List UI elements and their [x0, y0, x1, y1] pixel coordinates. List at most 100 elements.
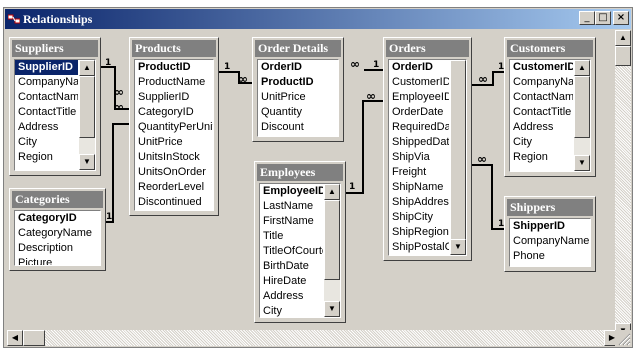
window-vertical-scrollbar[interactable]: ▲ ▼ [615, 30, 631, 339]
field-item[interactable]: CategoryID [135, 105, 213, 120]
field-item[interactable]: OrderID [258, 60, 338, 75]
field-item[interactable]: ProductName [135, 75, 213, 90]
field-item[interactable]: ShipName [389, 180, 449, 195]
field-item[interactable]: UnitsInStock [135, 150, 213, 165]
field-item[interactable]: ShipPostalCoc [389, 240, 449, 255]
field-item[interactable]: UnitsOnOrder [135, 165, 213, 180]
field-item[interactable]: SupplierID [15, 60, 78, 75]
scroll-left-button[interactable]: ◀ [7, 330, 23, 346]
table-orders[interactable]: Orders OrderID CustomerID EmployeeID Ord… [383, 37, 472, 261]
field-item[interactable]: OrderID [389, 60, 449, 75]
field-item[interactable]: RequiredDate [389, 120, 449, 135]
title-bar[interactable]: Relationships _ □ × [5, 9, 631, 29]
field-item[interactable]: Region [510, 150, 573, 165]
field-item[interactable]: LastName [260, 199, 323, 214]
scrollbar[interactable]: ▲ ▼ [324, 184, 340, 317]
field-item[interactable]: Title [260, 229, 323, 244]
scroll-up-button[interactable]: ▲ [79, 60, 95, 76]
table-shippers[interactable]: Shippers ShipperID CompanyName Phone [504, 196, 596, 272]
field-item[interactable]: Phone [510, 249, 590, 264]
field-item[interactable]: ShippedDate [389, 135, 449, 150]
table-customers[interactable]: Customers CustomerID CompanyNam ContactN… [504, 37, 596, 177]
field-item[interactable]: Region [15, 150, 78, 165]
field-item[interactable]: ProductID [258, 75, 338, 90]
table-title[interactable]: Suppliers [12, 40, 98, 57]
field-item[interactable]: CompanyNam [510, 75, 573, 90]
field-item[interactable]: UnitPrice [258, 90, 338, 105]
field-item[interactable]: Address [15, 120, 78, 135]
scrollbar[interactable]: ▲ ▼ [574, 60, 590, 171]
field-item[interactable]: Discount [258, 120, 338, 135]
minimize-button[interactable]: _ [579, 11, 595, 25]
table-suppliers[interactable]: Suppliers SupplierID CompanyNam ContactN… [9, 37, 101, 176]
scroll-thumb[interactable] [324, 200, 340, 280]
field-item[interactable]: Address [510, 120, 573, 135]
field-item[interactable]: QuantityPerUnit [135, 120, 213, 135]
scroll-up-button[interactable]: ▲ [324, 184, 340, 200]
field-item[interactable]: ShipCity [389, 210, 449, 225]
table-products[interactable]: Products ProductID ProductName SupplierI… [129, 37, 219, 216]
table-order-details[interactable]: Order Details OrderID ProductID UnitPric… [252, 37, 344, 142]
field-item[interactable]: ContactName [15, 90, 78, 105]
scroll-up-button[interactable]: ▲ [574, 60, 590, 76]
scroll-thumb[interactable] [79, 76, 95, 138]
field-item[interactable]: SupplierID [135, 90, 213, 105]
field-item[interactable]: ContactTitle [510, 105, 573, 120]
window-horizontal-scrollbar[interactable]: ◀ ▶ [7, 330, 620, 346]
field-item[interactable]: ContactName [510, 90, 573, 105]
field-item[interactable]: Description [15, 241, 100, 256]
field-item[interactable]: Address [260, 289, 323, 304]
table-title[interactable]: Products [132, 40, 216, 57]
field-item[interactable]: HireDate [260, 274, 323, 289]
scroll-down-button[interactable]: ▼ [324, 301, 340, 317]
table-title[interactable]: Order Details [255, 40, 341, 57]
field-item[interactable]: CustomerID [510, 60, 573, 75]
field-item[interactable]: TitleOfCourtes [260, 244, 323, 259]
field-item[interactable]: Quantity [258, 105, 338, 120]
table-title[interactable]: Customers [507, 40, 593, 57]
scrollbar[interactable]: ▲ ▼ [79, 60, 95, 170]
field-item[interactable]: Discontinued [135, 195, 213, 210]
field-item[interactable]: CompanyName [510, 234, 590, 249]
field-item[interactable]: ShipRegion [389, 225, 449, 240]
field-item[interactable]: ShipperID [510, 219, 590, 234]
scroll-thumb[interactable] [23, 330, 45, 346]
field-item[interactable]: ShipVia [389, 150, 449, 165]
field-item[interactable]: BirthDate [260, 259, 323, 274]
field-item[interactable]: Freight [389, 165, 449, 180]
scrollbar[interactable]: ▼ [450, 60, 466, 255]
table-title[interactable]: Categories [12, 191, 103, 208]
table-title[interactable]: Employees [257, 164, 343, 181]
table-categories[interactable]: Categories CategoryID CategoryName Descr… [9, 188, 106, 271]
scroll-thumb[interactable] [615, 46, 631, 66]
close-button[interactable]: × [613, 11, 629, 25]
field-item[interactable]: EmployeeID [260, 184, 323, 199]
field-item[interactable]: CategoryName [15, 226, 100, 241]
field-item[interactable]: City [510, 135, 573, 150]
resize-grip-icon[interactable] [615, 330, 631, 346]
field-item[interactable]: ShipAddress [389, 195, 449, 210]
field-item[interactable]: City [15, 135, 78, 150]
scroll-down-button[interactable]: ▼ [450, 239, 466, 255]
maximize-button[interactable]: □ [595, 11, 611, 25]
field-item[interactable]: ContactTitle [15, 105, 78, 120]
scroll-thumb[interactable] [574, 76, 590, 138]
table-title[interactable]: Shippers [507, 199, 593, 216]
field-item[interactable]: CustomerID [389, 75, 449, 90]
table-employees[interactable]: Employees EmployeeID LastName FirstName … [254, 161, 346, 323]
scroll-down-button[interactable]: ▼ [574, 155, 590, 171]
scroll-down-button[interactable]: ▼ [79, 154, 95, 170]
field-item[interactable]: Picture [15, 256, 100, 265]
scroll-thumb[interactable] [450, 60, 466, 243]
table-title[interactable]: Orders [386, 40, 469, 57]
field-item[interactable]: FirstName [260, 214, 323, 229]
field-item[interactable]: UnitPrice [135, 135, 213, 150]
scroll-up-button[interactable]: ▲ [615, 30, 631, 46]
field-item[interactable]: ProductID [135, 60, 213, 75]
relationships-canvas[interactable]: 1 ∞ 1 ∞ 1 ∞ 1 ∞ 1 ∞ 1 ∞ 1 ∞ Suppliers Su… [7, 30, 620, 339]
field-item[interactable]: EmployeeID [389, 90, 449, 105]
field-item[interactable]: CategoryID [15, 211, 100, 226]
field-item[interactable]: ReorderLevel [135, 180, 213, 195]
field-item[interactable]: CompanyNam [15, 75, 78, 90]
field-item[interactable]: OrderDate [389, 105, 449, 120]
